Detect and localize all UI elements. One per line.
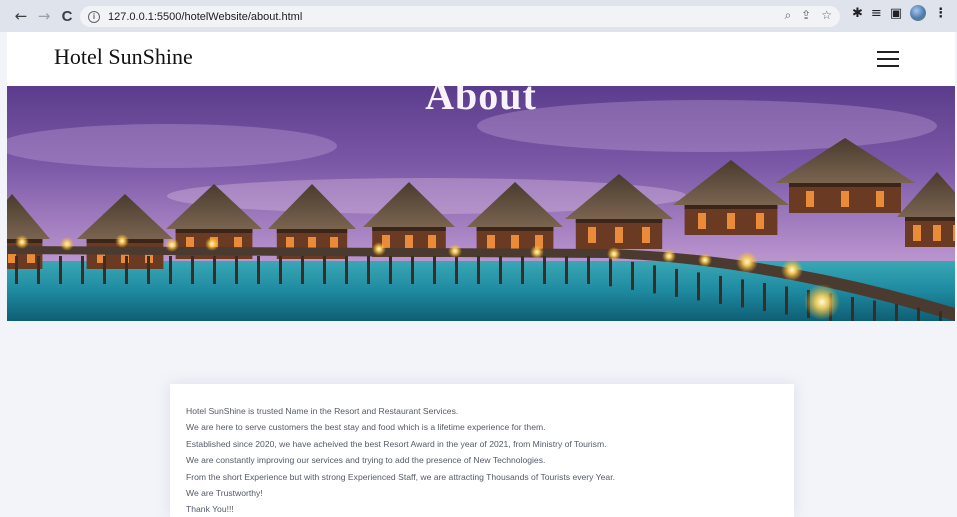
lamp-light <box>530 245 544 259</box>
extensions-icon[interactable]: ✱ <box>852 6 863 21</box>
about-line: We are here to serve customers the best … <box>186 422 546 433</box>
about-line: We are constantly improving our services… <box>186 455 546 466</box>
browser-toolbar: ← → C i 127.0.0.1:5500/hotelWebsite/abou… <box>0 0 957 32</box>
about-line: We are Trustworthy! <box>186 488 263 499</box>
lamp-light <box>115 234 129 248</box>
forward-button[interactable]: → <box>33 5 55 27</box>
address-bar[interactable]: i 127.0.0.1:5500/hotelWebsite/about.html… <box>80 6 840 27</box>
lamp-light <box>736 251 758 273</box>
lamp-light <box>607 247 621 261</box>
lamp-light <box>60 237 74 251</box>
reading-list-icon[interactable]: ≡ <box>871 6 882 21</box>
about-card: Hotel SunShine is trusted Name in the Re… <box>170 384 794 517</box>
lamp-light <box>372 242 386 256</box>
zoom-icon[interactable]: ⌕ <box>784 8 791 23</box>
hamburger-line <box>877 51 899 53</box>
profile-avatar[interactable] <box>910 5 927 21</box>
back-button[interactable]: ← <box>10 5 32 27</box>
site-header: Hotel SunShine <box>7 32 955 86</box>
hamburger-line <box>877 65 899 67</box>
hero-banner: About <box>7 86 955 321</box>
about-text: Hotel SunShine is trusted Name in the Re… <box>186 403 778 517</box>
overwater-bungalows-image <box>7 86 955 321</box>
about-line: Established since 2020, we have acheived… <box>186 438 607 449</box>
omnibox-actions: ⌕ ⇪ ☆ <box>784 8 832 23</box>
url-text[interactable]: 127.0.0.1:5500/hotelWebsite/about.html <box>108 11 302 23</box>
lamp-light <box>804 284 840 320</box>
browser-menu-icon[interactable]: ⋮ <box>934 6 947 21</box>
side-panel-icon[interactable]: ▣ <box>890 6 902 21</box>
share-icon[interactable]: ⇪ <box>801 8 811 23</box>
hamburger-icon[interactable] <box>877 51 899 67</box>
about-line: Thank You!!! <box>186 504 234 515</box>
lamp-light <box>448 244 462 258</box>
lamp-light <box>781 259 803 281</box>
lamp-light <box>698 253 712 267</box>
lamp-light <box>165 238 179 252</box>
lamp-light <box>205 237 219 251</box>
about-line: From the short Experience but with stron… <box>186 471 615 482</box>
browser-tools: ✱ ≡ ▣ ⋮ <box>852 5 947 21</box>
hero-title: About <box>425 86 537 118</box>
lamp-light <box>662 249 676 263</box>
about-line: Hotel SunShine is trusted Name in the Re… <box>186 406 459 416</box>
hamburger-line <box>877 58 899 60</box>
lamp-light <box>15 235 29 249</box>
site-info-icon[interactable]: i <box>88 10 100 23</box>
reload-button[interactable]: C <box>56 5 78 27</box>
brand-logo-text[interactable]: Hotel SunShine <box>54 44 193 70</box>
bookmark-star-icon[interactable]: ☆ <box>821 8 832 23</box>
